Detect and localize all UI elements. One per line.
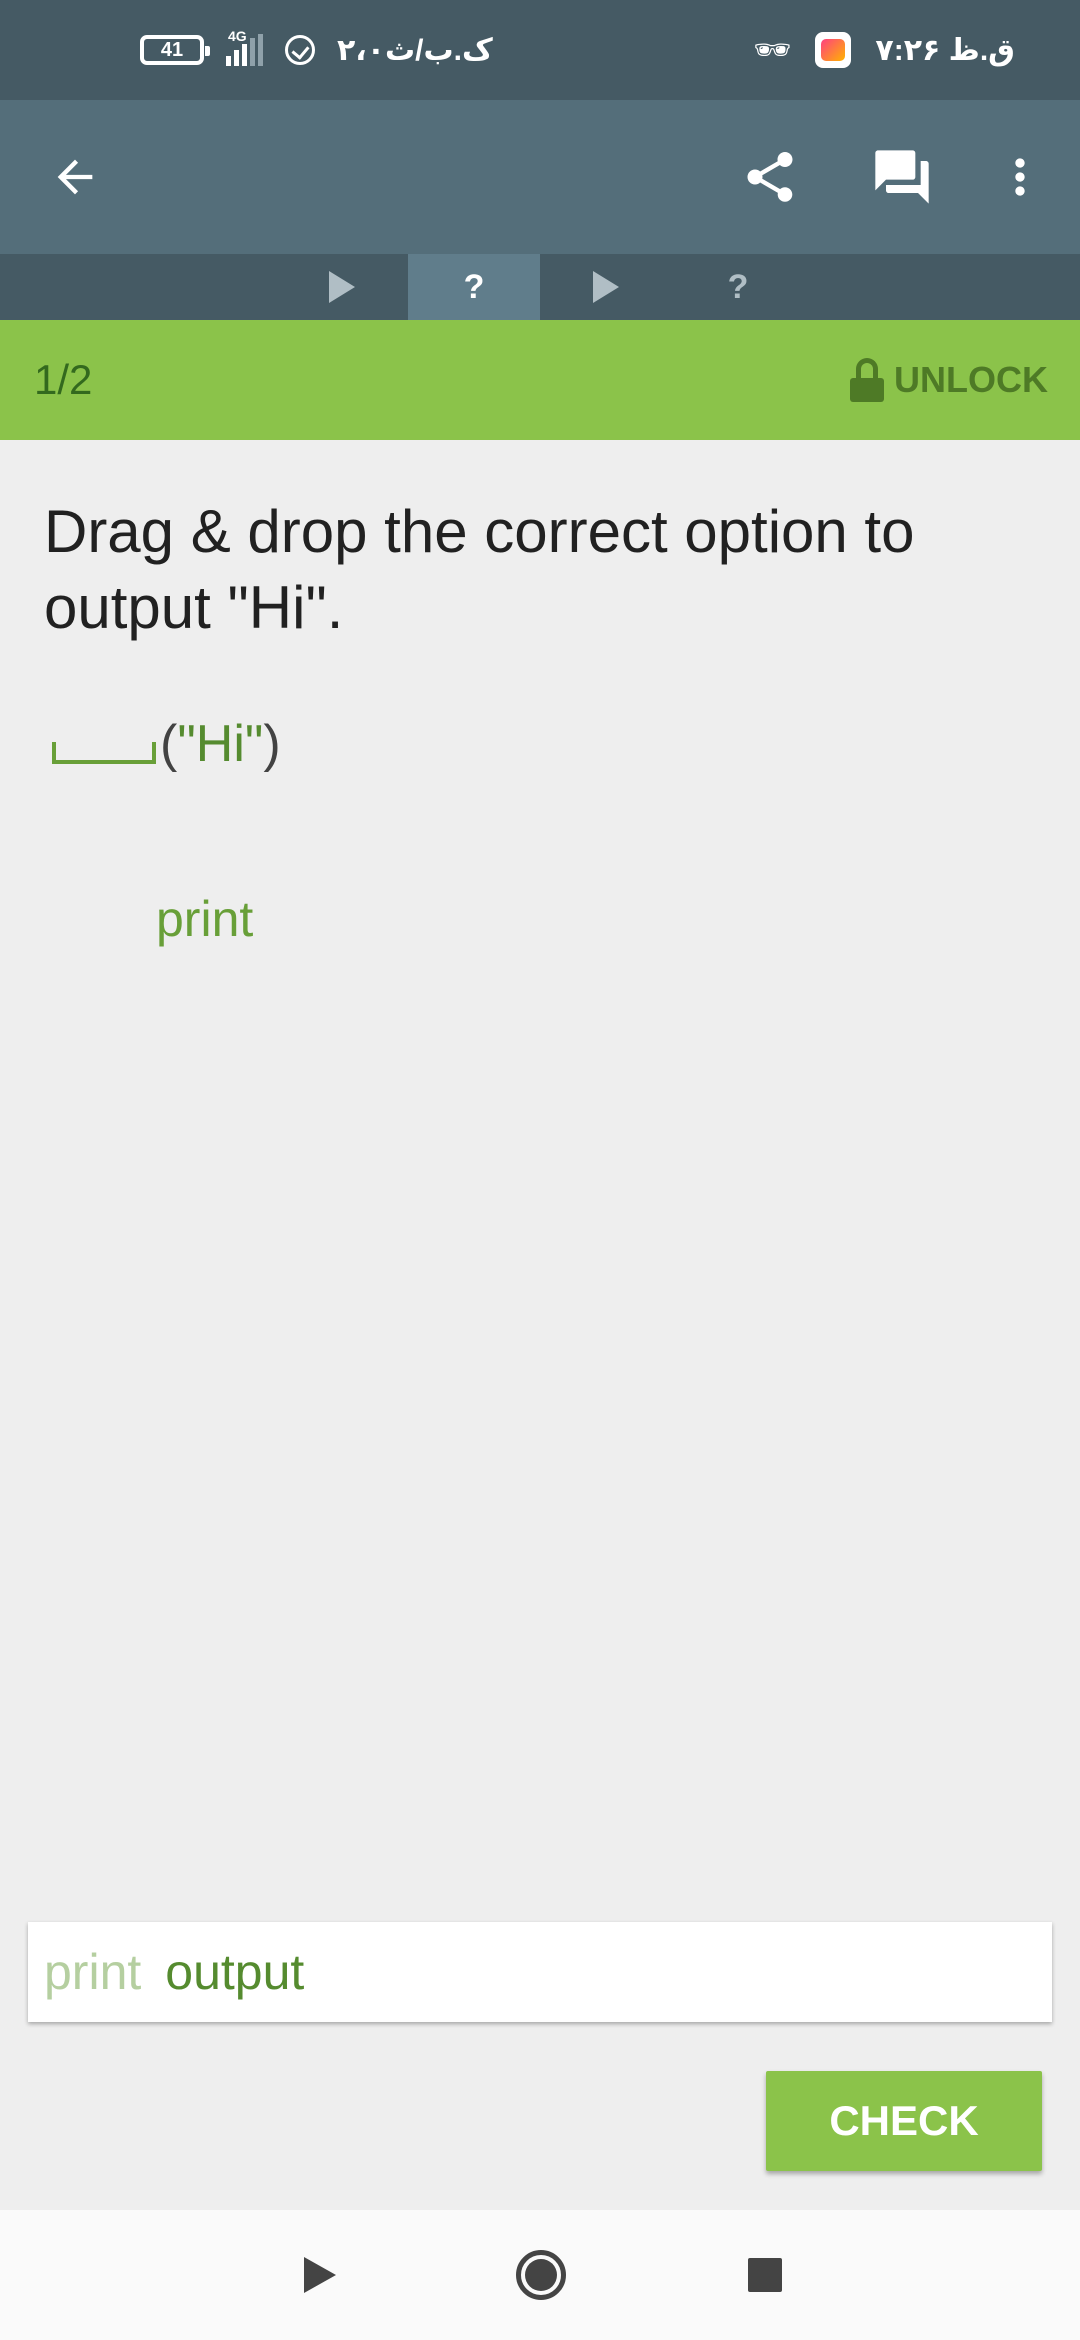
options-box: print output	[28, 1922, 1052, 2022]
progress-bar: 1/2 UNLOCK	[0, 320, 1080, 440]
unlock-button[interactable]: UNLOCK	[850, 320, 1048, 440]
system-nav-bar	[0, 2210, 1080, 2340]
signal-icon: 4G	[226, 28, 263, 66]
clock: ۷:۲۶ ق.ظ	[875, 33, 1015, 67]
battery-icon: 41	[140, 35, 210, 65]
question-text: Drag & drop the correct option to output…	[44, 498, 915, 641]
lesson-tabs: ? ?	[0, 254, 1080, 320]
tab-quiz-2[interactable]: ?	[672, 254, 804, 320]
share-button[interactable]	[730, 137, 810, 217]
code-close-paren: )	[263, 715, 281, 773]
status-right-group: 🕶 ۷:۲۶ ق.ظ	[753, 0, 1015, 100]
tab-lesson-1[interactable]	[276, 254, 408, 320]
dragging-option[interactable]: print	[156, 890, 253, 948]
question-counter: 1/2	[34, 356, 93, 403]
back-button[interactable]	[35, 137, 115, 217]
network-speed: ۲،۰ک.ب/ث	[337, 33, 493, 67]
alarm-icon	[285, 35, 315, 65]
nav-home-icon[interactable]	[516, 2250, 566, 2300]
arrow-left-icon	[57, 159, 93, 195]
lock-icon	[850, 358, 885, 402]
drop-blank[interactable]	[52, 742, 156, 764]
tab-quiz-1[interactable]: ?	[408, 254, 540, 320]
unlock-label: UNLOCK	[894, 359, 1048, 400]
battery-level: 41	[160, 38, 184, 61]
incognito-icon: 🕶	[753, 33, 792, 67]
tab-lesson-2[interactable]	[540, 254, 672, 320]
network-type: 4G	[228, 28, 247, 44]
option-used: print	[44, 1944, 142, 2000]
code-line: ("Hi")	[52, 704, 281, 774]
app-toolbar	[0, 100, 1080, 254]
check-button[interactable]: CHECK	[766, 2071, 1042, 2171]
comments-button[interactable]	[862, 137, 942, 217]
tab-label: ?	[727, 267, 749, 306]
option-output[interactable]: output	[165, 1943, 304, 2001]
more-options-button[interactable]	[980, 137, 1060, 217]
tab-label: ?	[463, 267, 485, 306]
nav-back-icon[interactable]	[304, 2257, 336, 2293]
more-vert-icon	[1015, 158, 1025, 196]
status-bar: 41 4G ۲،۰ک.ب/ث 🕶 ۷:۲۶ ق.ظ	[0, 0, 1080, 100]
chat-icon	[875, 150, 929, 204]
play-icon	[593, 271, 619, 303]
code-string: "Hi"	[177, 715, 264, 773]
play-icon	[329, 271, 355, 303]
nav-recents-icon[interactable]	[748, 2258, 782, 2292]
share-icon	[747, 152, 793, 202]
app-notification-icon	[815, 32, 852, 68]
code-open-paren: (	[160, 715, 178, 773]
status-left-group: 41 4G ۲،۰ک.ب/ث	[140, 0, 493, 100]
